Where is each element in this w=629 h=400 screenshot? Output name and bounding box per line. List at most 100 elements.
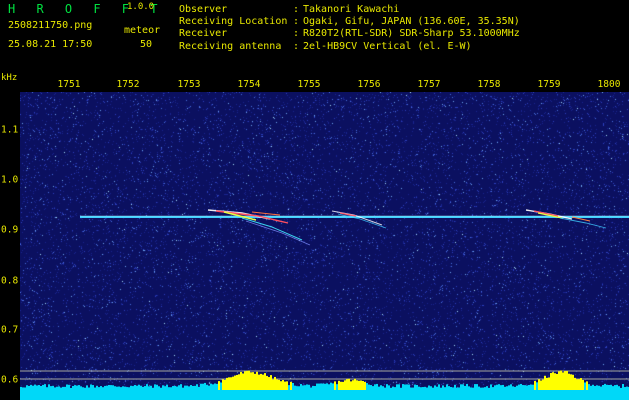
histogram-bar — [602, 384, 604, 390]
histogram-bar — [146, 384, 148, 390]
histogram-bar — [176, 386, 178, 390]
histogram-bar — [348, 378, 350, 390]
meteor-count: 50 — [140, 39, 153, 50]
histogram-bar — [406, 384, 408, 390]
histogram-bar — [122, 386, 124, 390]
spectrogram-overlay — [20, 209, 629, 400]
histogram-bar — [624, 387, 626, 390]
x-tick-label: 1759 — [537, 79, 561, 90]
info-row-location: Receiving Location: Ogaki, Gifu, JAPAN (1… — [179, 16, 520, 28]
histogram-bar — [128, 387, 130, 390]
histogram-bar — [528, 385, 530, 390]
histogram-bar — [460, 384, 462, 390]
histogram-bar — [76, 385, 78, 390]
histogram-bar — [484, 387, 486, 390]
header: H R O F F T 1.0.0 2508211750.png meteor … — [0, 0, 629, 83]
info-value: Takanori Kawachi — [303, 4, 400, 15]
histogram-bar — [404, 384, 406, 390]
histogram-bar — [234, 375, 236, 390]
histogram-bar — [244, 371, 246, 390]
histogram-bar — [542, 379, 544, 390]
histogram-bar — [410, 387, 412, 390]
histogram-bar — [28, 385, 30, 390]
histogram-bar — [316, 383, 318, 390]
histogram-bar — [264, 373, 266, 390]
histogram-bar — [530, 384, 532, 390]
histogram-bar — [464, 385, 466, 390]
histogram-baseline — [20, 390, 629, 400]
histogram-bar — [362, 380, 364, 390]
histogram-bar — [20, 386, 22, 390]
histogram-bar — [612, 386, 614, 390]
histogram-bar — [196, 384, 198, 390]
histogram-bar — [120, 387, 122, 390]
histogram-bar — [218, 381, 220, 390]
histogram-bar — [130, 385, 132, 390]
histogram-bar — [606, 384, 608, 390]
histogram-bar — [346, 379, 348, 390]
histogram-bar — [560, 370, 562, 390]
histogram-bar — [334, 381, 336, 390]
histogram-bar — [516, 385, 518, 390]
histogram-bar — [126, 387, 128, 390]
histogram-bar — [138, 384, 140, 390]
histogram-bar — [296, 386, 298, 390]
histogram-bar — [272, 379, 274, 390]
histogram-bar — [590, 385, 592, 390]
histogram-bar — [502, 384, 504, 390]
histogram-bar — [508, 385, 510, 390]
histogram-bar — [626, 386, 628, 390]
histogram-bar — [282, 380, 284, 390]
histogram-bar — [370, 385, 372, 390]
histogram-bar — [310, 387, 312, 390]
histogram-bar — [284, 381, 286, 390]
histogram-bar — [268, 377, 270, 390]
histogram-bar — [432, 387, 434, 390]
info-row-receiver: Receiver: R820T2(RTL-SDR) SDR-Sharp 53.10… — [179, 28, 520, 40]
histogram-bar — [56, 386, 58, 390]
histogram-bar — [330, 382, 332, 390]
x-tick-label: 1752 — [116, 79, 140, 90]
histogram-bar — [212, 384, 214, 390]
histogram-bar — [450, 386, 452, 390]
histogram-bar — [378, 386, 380, 390]
histogram-bar — [496, 384, 498, 390]
histogram-bar — [290, 381, 292, 390]
histogram-bar — [492, 387, 494, 390]
histogram-bar — [48, 384, 50, 390]
x-tick-label: 1758 — [477, 79, 501, 90]
histogram-bar — [434, 385, 436, 390]
info-row-antenna: Receiving antenna:2el-HB9CV Vertical (el… — [179, 40, 472, 52]
histogram-bar — [116, 386, 118, 390]
histogram-bar — [216, 383, 218, 390]
histogram-bar — [442, 385, 444, 390]
histogram-bar — [250, 372, 252, 390]
histogram-bar — [594, 386, 596, 390]
histogram-bar — [178, 385, 180, 390]
histogram-bar — [276, 379, 278, 390]
histogram-bar — [182, 387, 184, 390]
histogram-bar — [100, 386, 102, 390]
y-tick-label: 0.7 — [1, 324, 19, 336]
histogram-bar — [336, 384, 338, 390]
histogram-bar — [556, 373, 558, 390]
histogram-bar — [400, 387, 402, 390]
histogram-bar — [34, 384, 36, 390]
histogram-bar — [326, 383, 328, 390]
histogram-bar — [62, 386, 64, 390]
histogram-bar — [572, 374, 574, 390]
histogram-bar — [236, 374, 238, 390]
histogram-bar — [68, 384, 70, 390]
histogram-bar — [38, 385, 40, 390]
histogram-bar — [428, 385, 430, 390]
histogram-bar — [50, 386, 52, 390]
histogram-bar — [360, 380, 362, 390]
histogram-bar — [608, 384, 610, 390]
histogram-bar — [82, 387, 84, 390]
histogram-bar — [112, 385, 114, 390]
histogram-bar — [144, 386, 146, 390]
histogram-bar — [280, 381, 282, 390]
histogram-bar — [402, 384, 404, 390]
histogram-bar — [620, 387, 622, 390]
histogram-bar — [90, 384, 92, 390]
